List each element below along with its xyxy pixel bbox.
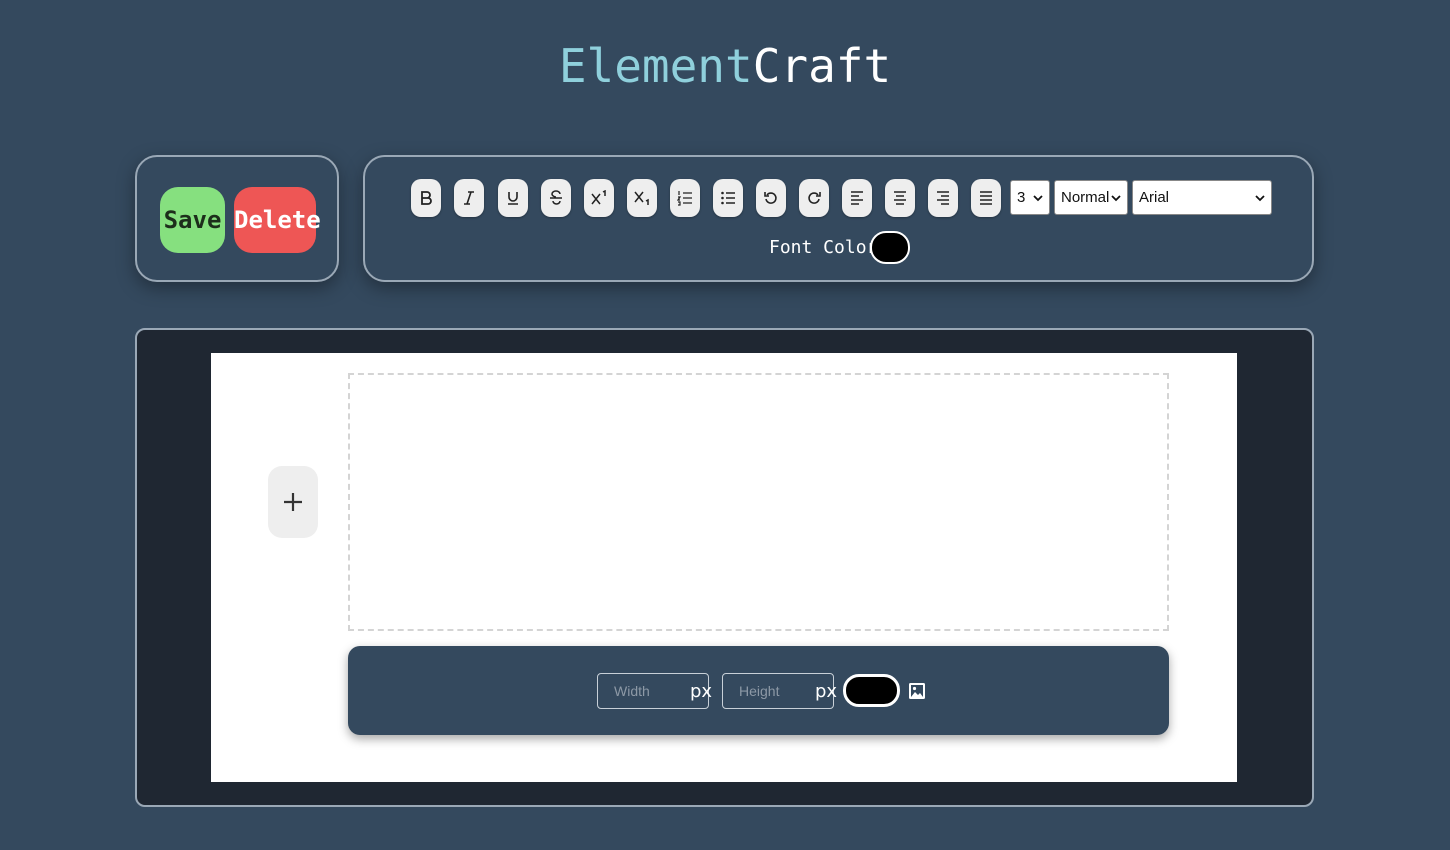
element-content-area[interactable] xyxy=(348,373,1169,631)
delete-button[interactable]: Delete xyxy=(234,187,321,253)
add-element-button[interactable] xyxy=(268,466,318,538)
height-unit: px xyxy=(815,680,838,702)
undo-icon xyxy=(764,192,777,204)
subscript-button[interactable] xyxy=(627,179,657,217)
app-title: ElementCraft xyxy=(0,38,1450,94)
heading-value: Normal xyxy=(1061,189,1110,206)
font-family-value: Arial xyxy=(1139,189,1170,206)
image-icon[interactable] xyxy=(908,682,926,700)
subscript-icon xyxy=(634,191,649,205)
heading-select[interactable]: Normal xyxy=(1054,180,1128,215)
ordered-list-icon xyxy=(677,191,692,206)
align-right-button[interactable] xyxy=(928,179,958,217)
plus-icon xyxy=(284,493,302,511)
chevron-down-icon xyxy=(1033,194,1043,201)
save-button[interactable]: Save xyxy=(160,187,225,253)
underline-icon xyxy=(508,192,518,205)
superscript-button[interactable] xyxy=(584,179,614,217)
strikethrough-button[interactable] xyxy=(541,179,571,217)
app-title-part1: Element xyxy=(558,39,753,93)
font-size-value: 3 xyxy=(1017,189,1026,206)
font-color-picker[interactable] xyxy=(870,231,910,264)
font-family-select[interactable]: Arial xyxy=(1132,180,1272,215)
unordered-list-icon xyxy=(721,191,735,205)
app-title-part2: Craft xyxy=(752,39,892,93)
background-color-picker[interactable] xyxy=(843,674,900,707)
underline-button[interactable] xyxy=(498,179,528,217)
actions-panel: Save Delete xyxy=(135,155,339,282)
bold-icon xyxy=(421,191,432,205)
align-center-icon xyxy=(894,191,906,205)
height-input[interactable] xyxy=(723,676,815,706)
bold-button[interactable] xyxy=(411,179,441,217)
ordered-list-button[interactable] xyxy=(670,179,700,217)
superscript-icon xyxy=(591,190,606,205)
redo-button[interactable] xyxy=(799,179,829,217)
formatting-toolbar: 3 Normal Arial Font Color xyxy=(363,155,1314,282)
align-left-icon xyxy=(851,191,863,205)
font-color-label: Font Color xyxy=(769,237,878,258)
align-justify-icon xyxy=(980,191,992,205)
strikethrough-icon xyxy=(550,190,562,205)
justify-button[interactable] xyxy=(971,179,1001,217)
height-field: px xyxy=(722,673,838,709)
italic-button[interactable] xyxy=(454,179,484,217)
undo-button[interactable] xyxy=(756,179,786,217)
width-field: px xyxy=(597,673,713,709)
chevron-down-icon xyxy=(1255,194,1265,201)
align-center-button[interactable] xyxy=(885,179,915,217)
italic-icon xyxy=(464,191,474,205)
width-unit: px xyxy=(690,680,713,702)
redo-icon xyxy=(808,192,821,204)
font-size-select[interactable]: 3 xyxy=(1010,180,1050,215)
width-input[interactable] xyxy=(598,676,690,706)
align-left-button[interactable] xyxy=(842,179,872,217)
align-right-icon xyxy=(937,191,949,205)
chevron-down-icon xyxy=(1111,194,1121,201)
element-toolbar: px px xyxy=(348,646,1169,735)
unordered-list-button[interactable] xyxy=(713,179,743,217)
